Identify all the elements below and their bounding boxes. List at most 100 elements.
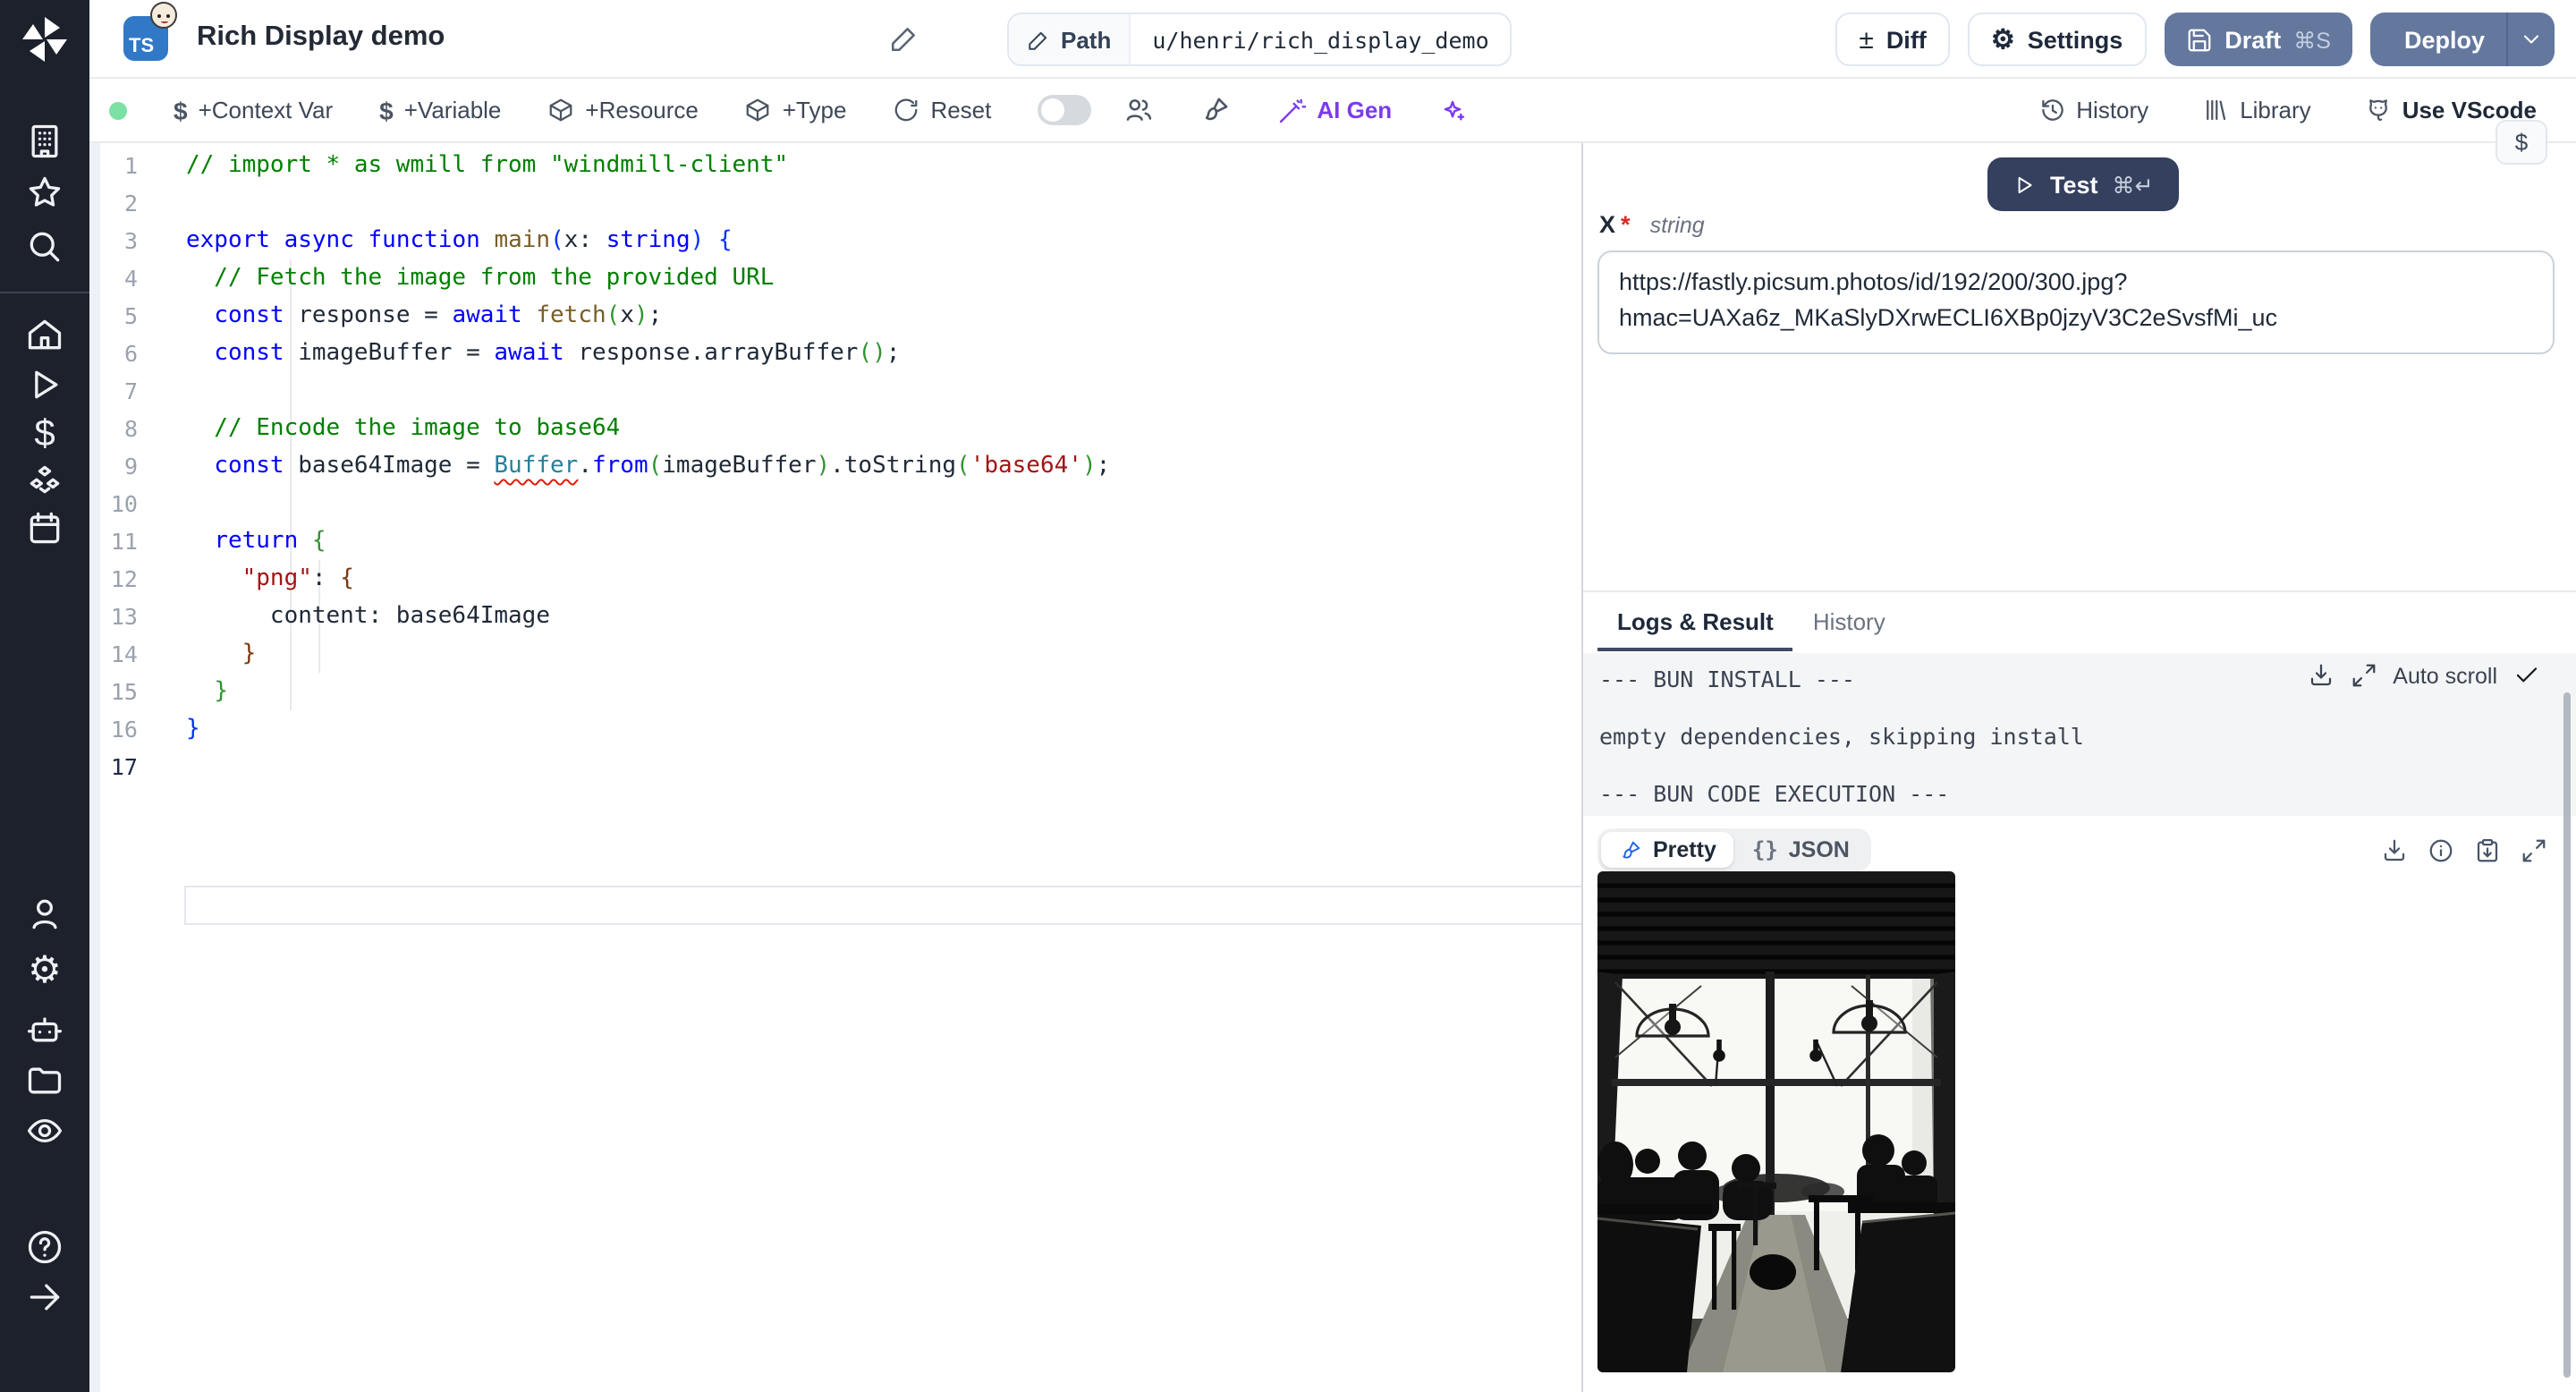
bottom-panel-splitter[interactable] <box>1583 590 2576 592</box>
workers-robot-icon[interactable] <box>25 1009 64 1048</box>
folders-icon[interactable] <box>25 1061 64 1100</box>
code-text: const base64Image = Buffer.from(imageBuf… <box>214 453 1111 480</box>
panel-resize-handle[interactable] <box>1581 143 1583 1392</box>
draft-shortcut: ⌘S <box>2293 28 2331 53</box>
settings-gear-icon[interactable]: ⚙ <box>25 951 64 991</box>
workspace-icon[interactable] <box>25 122 64 161</box>
json-view-button[interactable]: {} JSON <box>1734 832 1868 868</box>
code-text: const imageBuffer = await response.array… <box>214 340 901 367</box>
resources-cubes-icon[interactable] <box>25 462 64 501</box>
arg-type: string <box>1649 213 1705 238</box>
deploy-button[interactable]: Deploy <box>2370 13 2506 66</box>
download-result-icon[interactable] <box>2381 836 2408 863</box>
line-number: 9 <box>123 453 138 480</box>
test-button[interactable]: Test ⌘↵ <box>1987 157 2179 211</box>
paintbrush-icon <box>1623 840 1640 858</box>
code-line-2[interactable]: 2 <box>89 184 1581 222</box>
code-line-16[interactable]: 16} <box>89 710 1581 748</box>
ai-sparkles-button[interactable] <box>1438 96 1467 124</box>
draft-button[interactable]: Draft ⌘S <box>2164 13 2352 66</box>
code-line-13[interactable]: 13 content: base64Image <box>89 598 1581 635</box>
code-line-9[interactable]: 9 const base64Image = Buffer.from(imageB… <box>89 447 1581 485</box>
multiplayer-users-icon[interactable] <box>1123 95 1154 125</box>
runs-play-icon[interactable] <box>25 365 64 404</box>
code-text: } <box>214 678 228 705</box>
paintbrush-icon <box>1206 98 1228 121</box>
cat-icon <box>2368 99 2387 121</box>
code-text: // Fetch the image from the provided URL <box>186 265 775 292</box>
path-label-section: Path <box>1009 14 1131 64</box>
schedules-calendar-icon[interactable] <box>25 508 64 547</box>
code-line-1[interactable]: 1 // import * as wmill from "windmill-cli… <box>89 147 1581 184</box>
code-line-17[interactable]: 17 <box>89 748 1581 785</box>
code-line-8[interactable]: 8 // Encode the image to base64 <box>89 410 1581 447</box>
auto-scroll-checkbox[interactable] <box>2513 662 2540 689</box>
code-line-12[interactable]: 12 "png": { <box>89 560 1581 598</box>
edit-summary-pencil-icon[interactable] <box>889 23 919 54</box>
package-icon <box>550 98 572 122</box>
test-label: Test <box>2050 171 2098 198</box>
add-context-var-button[interactable]: $ +Context Var <box>174 96 333 124</box>
info-icon[interactable] <box>2428 836 2454 863</box>
variable-label: +Variable <box>403 97 502 123</box>
home-icon[interactable] <box>25 315 64 354</box>
code-text: const response = await fetch(x); <box>214 302 663 329</box>
diff-button[interactable]: ± Diff <box>1835 13 1950 66</box>
audit-eye-icon[interactable] <box>25 1111 64 1150</box>
variables-dollar-icon[interactable]: $ <box>25 414 64 454</box>
download-logs-icon[interactable] <box>2307 662 2334 689</box>
code-text: } <box>242 641 257 667</box>
page-title: Rich Display demo <box>197 21 445 52</box>
code-line-3[interactable]: 3 export async function main(x: string) { <box>89 222 1581 259</box>
code-line-14[interactable]: 14 } <box>89 635 1581 673</box>
ai-gen-button[interactable]: AI Gen <box>1277 96 1392 124</box>
code-editor[interactable]: 1 // import * as wmill from "windmill-cli… <box>89 143 1581 1392</box>
code-line-7[interactable]: 7 <box>89 372 1581 410</box>
add-variable-button[interactable]: $ +Variable <box>379 96 501 124</box>
windmill-logo[interactable] <box>18 13 72 66</box>
script-path[interactable]: Path u/henri/rich_display_demo <box>1007 13 1513 66</box>
code-line-11[interactable]: 11 return { <box>89 522 1581 560</box>
format-brush-icon[interactable] <box>1200 95 1231 125</box>
expand-logs-icon[interactable] <box>2350 662 2377 689</box>
search-icon[interactable] <box>25 227 64 267</box>
arg-name: x <box>1599 211 1616 238</box>
code-line-10[interactable]: 10 <box>89 485 1581 522</box>
diff-label: Diff <box>1885 26 1927 53</box>
history-button[interactable]: History <box>2038 97 2148 123</box>
expand-arrow-icon[interactable] <box>25 1277 64 1317</box>
users-icon <box>1127 99 1152 121</box>
pretty-view-button[interactable]: Pretty <box>1601 832 1734 868</box>
help-icon[interactable] <box>25 1227 64 1267</box>
diff-mode-toggle[interactable] <box>1038 95 1092 125</box>
settings-button[interactable]: ⚙ Settings <box>1967 13 2147 66</box>
favorites-star-icon[interactable] <box>25 174 64 213</box>
deploy-options-button[interactable] <box>2506 13 2555 66</box>
reset-label: Reset <box>930 97 992 123</box>
code-line-6[interactable]: 6 const imageBuffer = await response.arr… <box>89 335 1581 372</box>
code-line-4[interactable]: 4 // Fetch the image from the provided U… <box>89 259 1581 297</box>
copy-clipboard-icon[interactable] <box>2474 836 2501 863</box>
code-line-5[interactable]: 5 const response = await fetch(x); <box>89 297 1581 335</box>
add-type-button[interactable]: +Type <box>745 97 846 123</box>
line-number: 15 <box>110 678 138 705</box>
tab-history[interactable]: History <box>1793 594 1905 651</box>
users-icon[interactable] <box>25 895 64 934</box>
settings-label: Settings <box>2027 26 2123 53</box>
editor-toolbar: $ +Context Var $ +Variable +Resource +Ty… <box>89 79 2576 143</box>
connect-dollar-button[interactable]: $ <box>2496 120 2547 165</box>
library-button[interactable]: Library <box>2202 97 2311 123</box>
reset-button[interactable]: Reset <box>893 97 991 123</box>
plus-minus-icon: ± <box>1859 24 1874 55</box>
arg-input[interactable] <box>1597 250 2555 354</box>
add-resource-button[interactable]: +Resource <box>547 97 699 123</box>
code-line-15[interactable]: 15 } <box>89 673 1581 710</box>
library-icon <box>2207 99 2226 121</box>
required-asterisk: * <box>1621 211 1631 238</box>
panel-scrollbar[interactable] <box>2563 692 2571 1378</box>
tab-logs-result[interactable]: Logs & Result <box>1597 594 1794 651</box>
maximize-result-icon[interactable] <box>2521 836 2547 863</box>
